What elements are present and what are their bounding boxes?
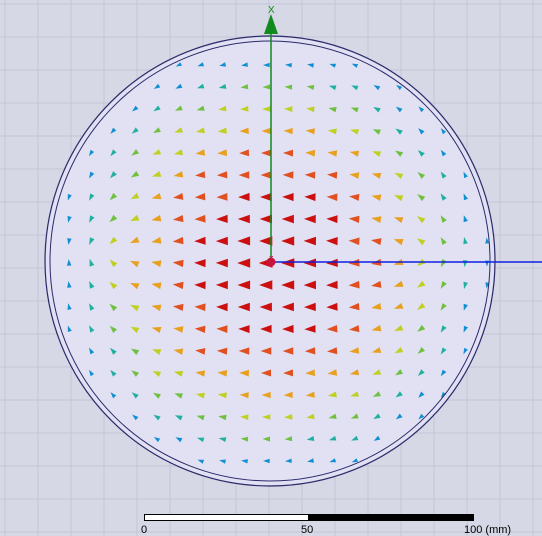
- scale-tick-0: 0: [141, 524, 148, 536]
- scale-tick-50: 50: [301, 524, 314, 536]
- scale-bar-white-segment: [144, 514, 309, 521]
- z-axis-label: Z: [269, 256, 274, 263]
- field-plot-canvas[interactable]: X Z: [0, 0, 542, 536]
- 3d-viewport[interactable]: X Z 0 50 100 (mm): [0, 0, 542, 536]
- scale-bar-black-segment: [309, 514, 474, 521]
- x-axis-label: X: [268, 5, 275, 16]
- scale-tick-100: 100 (mm): [464, 524, 512, 536]
